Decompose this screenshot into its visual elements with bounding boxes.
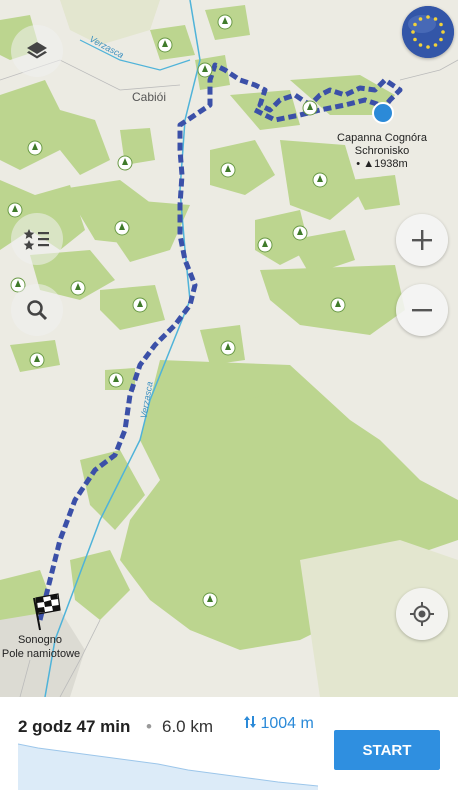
layers-button[interactable]: [11, 25, 63, 77]
favorites-list-icon: [23, 229, 49, 250]
region-button[interactable]: [402, 6, 454, 58]
search-button[interactable]: [11, 284, 63, 336]
start-label-type: Pole namiotowe: [1, 648, 81, 660]
route-duration: 2 godz 47 min: [18, 717, 131, 736]
map-terrain: [0, 0, 458, 697]
hut-label-name: Capanna Cognóra: [337, 132, 427, 144]
plus-icon: [412, 230, 432, 250]
hut-label-elevation: • ▲1938m: [356, 158, 408, 170]
elevation-updown-icon: [244, 716, 256, 728]
zoom-out-button[interactable]: [396, 284, 448, 336]
start-label-name: Sonogno: [17, 634, 63, 646]
route-elevation-value: 1004 m: [260, 715, 314, 732]
route-elevation: 1004 m: [244, 715, 314, 733]
layers-icon: [27, 42, 47, 59]
summary-separator: •: [146, 717, 152, 736]
town-label: Cabiói: [132, 90, 167, 104]
favorites-button[interactable]: [11, 213, 63, 265]
locate-button[interactable]: [396, 588, 448, 640]
eu-flag-icon: [402, 6, 454, 58]
start-button[interactable]: START: [334, 730, 440, 770]
minus-icon: [412, 309, 432, 312]
zoom-in-button[interactable]: [396, 214, 448, 266]
search-icon: [27, 300, 48, 321]
hut-label-type: Schronisko: [354, 145, 410, 157]
route-distance: 6.0 km: [162, 717, 214, 736]
locate-icon: [410, 602, 434, 626]
map-view[interactable]: Cabiói Capanna Cognóra Schronisko • ▲193…: [0, 0, 458, 697]
location-dot: [372, 102, 394, 124]
elevation-profile-chart[interactable]: [18, 742, 318, 790]
